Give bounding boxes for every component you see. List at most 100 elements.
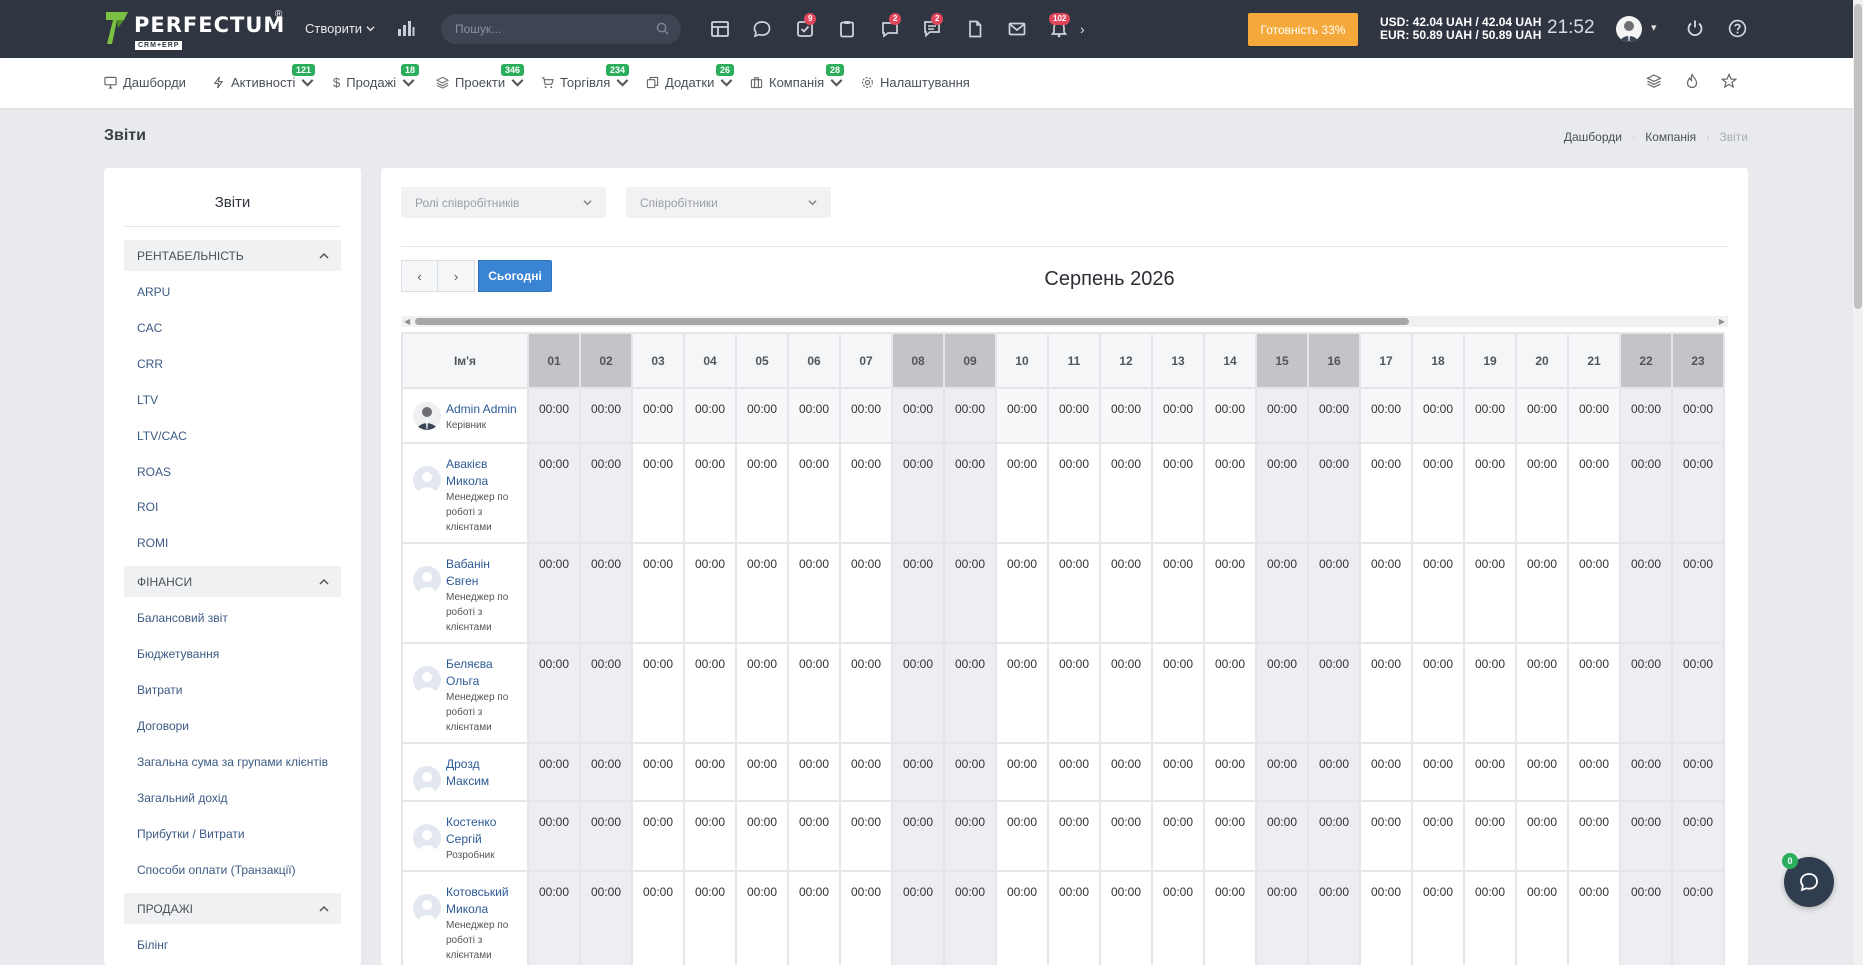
- time-cell[interactable]: 00:00: [787, 642, 841, 744]
- time-cell[interactable]: 00:00: [1567, 387, 1621, 444]
- time-cell[interactable]: 00:00: [1463, 442, 1517, 544]
- time-cell[interactable]: 00:00: [995, 387, 1049, 444]
- time-cell[interactable]: 00:00: [943, 742, 997, 802]
- fire-icon[interactable]: [1684, 73, 1700, 89]
- time-cell[interactable]: 00:00: [943, 542, 997, 644]
- time-cell[interactable]: 00:00: [1619, 387, 1673, 444]
- employee-name[interactable]: Admin Admin: [446, 401, 517, 418]
- search-box[interactable]: [441, 14, 681, 44]
- time-cell[interactable]: 00:00: [1411, 742, 1465, 802]
- time-cell[interactable]: 00:00: [1463, 870, 1517, 965]
- time-cell[interactable]: 00:00: [1203, 742, 1257, 802]
- time-cell[interactable]: 00:00: [579, 542, 633, 644]
- bar-chart-icon[interactable]: [397, 19, 415, 37]
- time-cell[interactable]: 00:00: [1619, 642, 1673, 744]
- readiness-button[interactable]: Готовність 33%: [1248, 13, 1358, 46]
- sidebar-link[interactable]: Бюджетування: [137, 647, 219, 661]
- time-cell[interactable]: 00:00: [527, 442, 581, 544]
- time-cell[interactable]: 00:00: [1515, 442, 1569, 544]
- breadcrumb-dashboards[interactable]: Дашборди: [1564, 130, 1622, 144]
- time-cell[interactable]: 00:00: [1151, 442, 1205, 544]
- time-cell[interactable]: 00:00: [735, 542, 789, 644]
- time-cell[interactable]: 00:00: [1359, 800, 1413, 872]
- time-cell[interactable]: 00:00: [683, 800, 737, 872]
- time-cell[interactable]: 00:00: [1567, 442, 1621, 544]
- time-cell[interactable]: 00:00: [527, 387, 581, 444]
- time-cell[interactable]: 00:00: [735, 800, 789, 872]
- stack-icon[interactable]: [1646, 73, 1662, 89]
- sidebar-link[interactable]: ARPU: [137, 285, 170, 299]
- scroll-left-arrow-icon[interactable]: ◀: [404, 317, 410, 326]
- time-cell[interactable]: 00:00: [839, 542, 893, 644]
- sidebar-link[interactable]: Витрати: [137, 683, 183, 697]
- time-cell[interactable]: 00:00: [1359, 870, 1413, 965]
- time-cell[interactable]: 00:00: [1515, 800, 1569, 872]
- time-cell[interactable]: 00:00: [1099, 742, 1153, 802]
- nav-dashboards[interactable]: Дашборди: [104, 75, 186, 90]
- time-cell[interactable]: 00:00: [943, 442, 997, 544]
- page-scrollbar[interactable]: [1853, 0, 1863, 965]
- nav-trade[interactable]: Торгівля 234: [541, 64, 630, 90]
- sidebar-link[interactable]: CAC: [137, 321, 162, 335]
- scroll-right-arrow-icon[interactable]: ▶: [1719, 317, 1725, 326]
- time-cell[interactable]: 00:00: [1515, 542, 1569, 644]
- time-cell[interactable]: 00:00: [1099, 800, 1153, 872]
- nav-activities[interactable]: Активності 121: [212, 64, 316, 90]
- time-cell[interactable]: 00:00: [995, 542, 1049, 644]
- time-cell[interactable]: 00:00: [1099, 387, 1153, 444]
- time-cell[interactable]: 00:00: [1567, 542, 1621, 644]
- time-cell[interactable]: 00:00: [1151, 800, 1205, 872]
- time-cell[interactable]: 00:00: [1411, 800, 1465, 872]
- time-cell[interactable]: 00:00: [891, 442, 945, 544]
- time-cell[interactable]: 00:00: [1307, 642, 1361, 744]
- time-cell[interactable]: 00:00: [891, 542, 945, 644]
- time-cell[interactable]: 00:00: [891, 742, 945, 802]
- help-icon[interactable]: [1728, 19, 1747, 38]
- time-cell[interactable]: 00:00: [1047, 742, 1101, 802]
- comments-button[interactable]: 2: [880, 13, 902, 39]
- messages-button[interactable]: 2: [922, 13, 944, 39]
- time-cell[interactable]: 00:00: [1671, 387, 1725, 444]
- time-cell[interactable]: 00:00: [943, 642, 997, 744]
- time-cell[interactable]: 00:00: [839, 442, 893, 544]
- scrollbar-thumb[interactable]: [415, 318, 1409, 325]
- time-cell[interactable]: 00:00: [1567, 642, 1621, 744]
- time-cell[interactable]: 00:00: [1151, 542, 1205, 644]
- sidebar-link[interactable]: LTV/CAC: [137, 429, 187, 443]
- time-cell[interactable]: 00:00: [1671, 442, 1725, 544]
- time-cell[interactable]: 00:00: [1411, 542, 1465, 644]
- time-cell[interactable]: 00:00: [1619, 542, 1673, 644]
- time-cell[interactable]: 00:00: [995, 800, 1049, 872]
- nav-company[interactable]: Компанія 28: [750, 64, 845, 90]
- time-cell[interactable]: 00:00: [1463, 642, 1517, 744]
- chevron-right-icon[interactable]: ›: [1080, 21, 1085, 37]
- sidebar-link[interactable]: CRR: [137, 357, 163, 371]
- logo[interactable]: PERFECTUM CRM+ERP ®: [104, 9, 285, 50]
- time-cell[interactable]: 00:00: [579, 800, 633, 872]
- employee-name[interactable]: Костенко Сергій: [446, 814, 523, 848]
- time-cell[interactable]: 00:00: [1151, 742, 1205, 802]
- time-cell[interactable]: 00:00: [1515, 870, 1569, 965]
- time-cell[interactable]: 00:00: [1411, 442, 1465, 544]
- time-cell[interactable]: 00:00: [1203, 870, 1257, 965]
- time-cell[interactable]: 00:00: [631, 870, 685, 965]
- create-button[interactable]: Створити: [305, 21, 375, 36]
- sidebar-link[interactable]: Загальний дохід: [137, 791, 228, 805]
- power-icon[interactable]: [1686, 19, 1704, 37]
- sidebar-link[interactable]: Загальна сума за групами клієнтів: [137, 755, 328, 769]
- time-cell[interactable]: 00:00: [1671, 742, 1725, 802]
- time-cell[interactable]: 00:00: [1255, 870, 1309, 965]
- sidebar-link[interactable]: ROI: [137, 500, 158, 514]
- time-cell[interactable]: 00:00: [1307, 542, 1361, 644]
- employee-name[interactable]: Дрозд Максим: [446, 756, 523, 790]
- time-cell[interactable]: 00:00: [1359, 542, 1413, 644]
- time-cell[interactable]: 00:00: [1515, 742, 1569, 802]
- time-cell[interactable]: 00:00: [839, 800, 893, 872]
- section-profitability[interactable]: РЕНТАБЕЛЬНІСТЬ: [124, 240, 341, 271]
- time-cell[interactable]: 00:00: [1151, 387, 1205, 444]
- time-cell[interactable]: 00:00: [1047, 442, 1101, 544]
- time-cell[interactable]: 00:00: [1463, 742, 1517, 802]
- employee-name[interactable]: Беляєва Ольга: [446, 656, 523, 690]
- sidebar-link[interactable]: LTV: [137, 393, 158, 407]
- nav-addons[interactable]: Додатки 26: [646, 64, 735, 90]
